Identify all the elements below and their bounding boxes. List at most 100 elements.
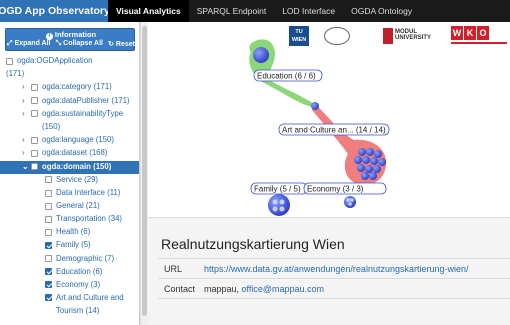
app-brand[interactable]: OGD App Observatory (0, 0, 110, 22)
tab-sparql-endpoint[interactable]: SPARQL Endpoint (189, 0, 274, 22)
facet-checkbox[interactable] (45, 255, 52, 262)
information-button[interactable]: i Information (6, 30, 136, 40)
contact-value: mappau, office@mappau.com (204, 284, 324, 294)
tu-wien-logo: TU WIEN (289, 26, 309, 46)
tree-item-label-continued: Tourism (14) (56, 305, 100, 315)
tree-item-label: ogda:language (150) (42, 135, 114, 144)
facet-checkbox[interactable] (31, 163, 38, 171)
facet-checkbox[interactable] (45, 294, 52, 302)
facet-checkbox[interactable] (45, 241, 52, 249)
expand-icon: ⤢ (7, 40, 13, 47)
tree-item-label: Service (29) (56, 174, 99, 184)
app-title: Realnutzungskartierung Wien (161, 236, 345, 252)
tree-item-ogda-datapublisher-171[interactable]: › ogda:dataPublisher (171) (0, 95, 139, 108)
refresh-icon: ↻ (108, 41, 114, 48)
facet-checkbox[interactable] (45, 202, 52, 210)
tree-item-label: ogda:OGDApplication (17, 56, 93, 65)
expand-all-button[interactable]: ⤢ Expand All (7, 40, 50, 48)
facet-checkbox[interactable] (45, 215, 52, 223)
tree-item-label: Health (6) (56, 227, 91, 237)
contact-email-link[interactable]: office@mappau.com (242, 284, 325, 294)
facet-checkbox[interactable] (31, 83, 38, 91)
expand-all-label: Expand All (14, 40, 51, 47)
tree-item-family-5[interactable]: Family (5) (0, 239, 139, 252)
tree-item-health-6[interactable]: Health (6) (0, 226, 139, 239)
url-row: URL https://www.data.gv.at/anwendungen/r… (158, 259, 510, 279)
tab-lod-interface[interactable]: LOD Interface (274, 0, 343, 22)
economy-node-cluster (344, 196, 356, 208)
reset-button[interactable]: ↻ Reset (108, 40, 135, 48)
information-label: Information (54, 30, 97, 39)
visual-analytics-canvas[interactable]: Education (6 / 6) Art and Culture an... … (148, 22, 510, 217)
tree-item-ogda-domain-150[interactable]: ⌄ ogda:domain (150) (0, 160, 139, 174)
tree-item-service-29[interactable]: Service (29) (0, 174, 139, 187)
svg-text:Art and Culture an... (14 / 14: Art and Culture an... (14 / 14) (282, 126, 386, 135)
svg-text:Economy (3 / 3): Economy (3 / 3) (307, 185, 364, 194)
tree-item-ogda-sustainabilitytype[interactable]: › ogda:sustainabilityType (150) (0, 108, 139, 134)
tree-item-label: ogda:category (171) (42, 82, 112, 92)
reset-label: Reset (115, 41, 135, 48)
facet-checkbox[interactable] (45, 268, 52, 276)
chevron-down-icon[interactable]: ⌄ (22, 161, 29, 173)
facet-checkbox[interactable] (45, 176, 52, 184)
facet-checkbox[interactable] (31, 149, 38, 157)
top-navbar: OGD App Observatory Visual Analytics SPA… (0, 0, 510, 22)
chevron-right-icon[interactable]: › (22, 95, 28, 107)
url-key: URL (164, 264, 183, 274)
sidebar-scrollbar[interactable] (140, 22, 148, 325)
tab-ogda-ontology[interactable]: OGDA Ontology (343, 0, 420, 22)
tree-item-label: Transportation (34) (56, 214, 123, 224)
svg-text:Education (6 / 6): Education (6 / 6) (257, 72, 316, 81)
education-node (253, 47, 269, 63)
information-panel: i Information ⤢ Expand All ⤡ Collapse All… (5, 28, 135, 51)
art-label: Art and Culture an... (14 / 14) (278, 123, 390, 136)
cluster-graph[interactable]: Education (6 / 6) Art and Culture an... … (148, 22, 510, 217)
tree-item-data-interface-11[interactable]: Data Interface (11) (0, 187, 139, 200)
tree-item-label: Demographic (7) (56, 253, 115, 263)
tree-item-art-and-culture-and[interactable]: Art and Culture and Tourism (14) (0, 292, 139, 318)
chevron-right-icon[interactable]: › (22, 134, 28, 146)
tree-item-label: ogda:sustainabilityType (42, 108, 124, 118)
tree-item-label: ogda:dataset (168) (42, 148, 108, 158)
facet-checkbox[interactable] (45, 281, 52, 289)
tree-item-ogda-language-150[interactable]: › ogda:language (150) (0, 134, 139, 147)
tree-item-general-21[interactable]: General (21) (0, 200, 139, 213)
collapse-all-label: Collapse All (63, 40, 103, 47)
tree-item-ogda-dataset-168[interactable]: › ogda:dataset (168) (0, 147, 139, 160)
facet-checkbox[interactable] (45, 189, 52, 197)
scrollbar-thumb[interactable] (142, 26, 147, 316)
tree-item-label: Economy (3) (56, 279, 101, 289)
chevron-right-icon[interactable]: › (22, 147, 28, 159)
tree-item-ogda-category-171[interactable]: › ogda:category (171) (0, 81, 139, 94)
tree-item-ogda-ogdapplication[interactable]: ogda:OGDApplication (171) (0, 55, 139, 81)
collapse-icon: ⤡ (55, 40, 62, 47)
tree-item-education-6[interactable]: Education (6) (0, 266, 139, 279)
contact-name: mappau, (204, 284, 242, 294)
tree-item-label: Family (5) (56, 240, 91, 250)
collapse-all-button[interactable]: ⤡ Collapse All (56, 40, 103, 48)
app-detail-table: URL https://www.data.gv.at/anwendungen/r… (158, 258, 510, 299)
app-detail-panel: Realnutzungskartierung Wien URL https://… (148, 217, 510, 325)
facet-checkbox[interactable] (45, 228, 52, 236)
chevron-right-icon[interactable]: › (22, 81, 28, 93)
wko-logo: W K O (451, 26, 507, 46)
info-icon: i (45, 33, 53, 40)
facet-checkbox[interactable] (31, 110, 38, 118)
facet-checkbox[interactable] (31, 136, 38, 144)
tree-item-label-continued: (150) (42, 121, 61, 131)
tree-item-demographic-7[interactable]: Demographic (7) (0, 253, 139, 266)
contact-row: Contact mappau, office@mappau.com (158, 279, 510, 299)
contact-key: Contact (164, 284, 196, 294)
tree-item-label: Education (6) (56, 266, 103, 276)
tree-item-economy-3[interactable]: Economy (3) (0, 279, 139, 292)
facet-checkbox[interactable] (6, 57, 13, 65)
partner-seal-logo (324, 27, 350, 45)
tab-visual-analytics[interactable]: Visual Analytics (108, 0, 189, 22)
chevron-right-icon[interactable]: › (22, 108, 28, 120)
modul-university-logo: MODUL UNIVERSITY (383, 26, 437, 46)
tree-item-label: ogda:dataPublisher (171) (42, 95, 130, 105)
tree-item-transportation-34[interactable]: Transportation (34) (0, 213, 139, 226)
svg-text:Family (5 / 5): Family (5 / 5) (254, 185, 301, 194)
url-link[interactable]: https://www.data.gv.at/anwendungen/realn… (204, 264, 469, 274)
facet-checkbox[interactable] (31, 97, 38, 104)
